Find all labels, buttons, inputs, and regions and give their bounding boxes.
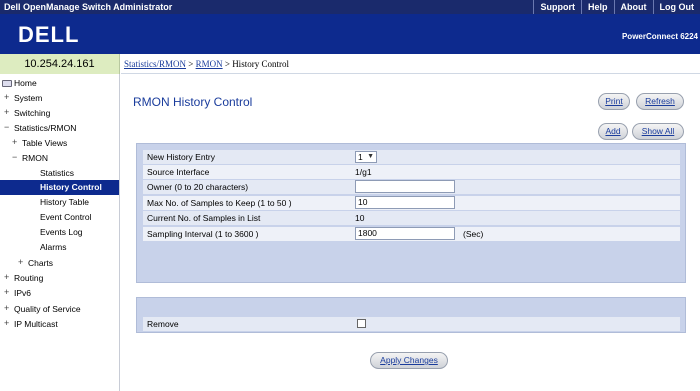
sidebar-item-switching[interactable]: Switching [0,105,119,121]
new-history-entry-select[interactable]: 1 ▼ [355,151,377,163]
top-links: Support Help About Log Out [533,0,700,14]
product-name: PowerConnect 6224 [621,32,698,41]
about-link[interactable]: About [613,0,653,14]
max-samples-label: Max No. of Samples to Keep (1 to 50 ) [147,198,292,208]
sidebar-item-quality-of-service[interactable]: Quality of Service [0,301,119,317]
breadcrumb-rmon[interactable]: RMON [196,59,223,69]
remove-label: Remove [147,319,179,329]
sidebar-item-alarms[interactable]: Alarms [0,240,119,255]
current-samples-label: Current No. of Samples in List [147,213,261,223]
plus-icon[interactable] [4,90,12,105]
current-samples-row: Current No. of Samples in List 10 [143,211,680,225]
sidebar-item-history-table[interactable]: History Table [0,195,119,210]
breadcrumb: Statistics/RMON > RMON > History Control [121,54,700,74]
print-button[interactable]: Print [598,93,630,110]
sampling-interval-unit: (Sec) [463,229,484,239]
breadcrumb-statistics-rmon[interactable]: Statistics/RMON [124,59,186,69]
source-interface-label: Source Interface [147,167,210,177]
help-link[interactable]: Help [580,0,614,14]
sidebar-item-ipv6[interactable]: IPv6 [0,285,119,301]
sidebar-item-statistics-rmon[interactable]: Statistics/RMON [0,120,119,136]
ip-address: 10.254.24.161 [24,58,95,70]
sidebar-item-event-control[interactable]: Event Control [0,210,119,225]
remove-checkbox[interactable] [357,319,366,328]
source-interface-value: 1/g1 [355,167,372,177]
current-samples-value: 10 [355,213,365,223]
owner-row: Owner (0 to 20 characters) [143,180,680,194]
sidebar-item-routing[interactable]: Routing [0,270,119,286]
page-title: RMON History Control [133,95,253,109]
plus-icon[interactable] [12,135,20,150]
new-history-entry-label: New History Entry [147,152,216,162]
chevron-down-icon: ▼ [367,153,374,160]
ip-address-bar: 10.254.24.161 [0,54,120,74]
owner-input[interactable] [355,180,455,193]
owner-label: Owner (0 to 20 characters) [147,182,249,192]
breadcrumb-separator: > [188,59,194,69]
sidebar-item-system[interactable]: System [0,90,119,106]
sidebar-item-events-log[interactable]: Events Log [0,225,119,240]
logout-link[interactable]: Log Out [652,0,700,14]
plus-icon[interactable] [4,270,12,285]
dell-logo: DELL [18,22,79,46]
sidebar-item-home[interactable]: Home [0,76,119,91]
max-samples-row: Max No. of Samples to Keep (1 to 50 ) 10 [143,196,680,210]
sidebar-nav: Home System Switching Statistics/RMON Ta… [0,74,120,391]
refresh-button[interactable]: Refresh [636,93,684,110]
sampling-interval-label: Sampling Interval (1 to 3600 ) [147,229,259,239]
sampling-interval-row: Sampling Interval (1 to 3600 ) 1800 (Sec… [143,227,680,241]
svg-text:DELL: DELL [18,22,79,46]
sidebar-item-statistics[interactable]: Statistics [0,166,119,181]
max-samples-input[interactable]: 10 [355,196,455,209]
breadcrumb-separator: > [224,59,230,69]
sidebar-item-history-control[interactable]: History Control [0,180,119,195]
plus-icon[interactable] [4,301,12,316]
breadcrumb-current: History Control [232,59,289,69]
folder-icon [2,80,12,87]
remove-panel: Remove [136,297,686,333]
new-history-entry-row: New History Entry 1 ▼ [143,150,680,164]
sampling-interval-input[interactable]: 1800 [355,227,455,240]
sidebar-item-charts[interactable]: Charts [0,255,119,271]
minus-icon[interactable] [4,120,12,135]
show-all-button[interactable]: Show All [632,123,684,140]
header-banner: DELL PowerConnect 6224 [0,14,700,54]
source-interface-row: Source Interface 1/g1 [143,165,680,179]
top-bar: Dell OpenManage Switch Administrator Sup… [0,0,700,14]
apply-changes-button[interactable]: Apply Changes [370,352,448,369]
sidebar-item-table-views[interactable]: Table Views [0,135,119,151]
plus-icon[interactable] [4,285,12,300]
plus-icon[interactable] [18,255,26,270]
app-title: Dell OpenManage Switch Administrator [4,2,173,12]
support-link[interactable]: Support [533,0,581,14]
add-button[interactable]: Add [598,123,628,140]
history-control-form: New History Entry 1 ▼ Source Interface 1… [136,143,686,283]
sidebar-item-ip-multicast[interactable]: IP Multicast [0,316,119,332]
plus-icon[interactable] [4,105,12,120]
sidebar-item-rmon[interactable]: RMON [0,150,119,166]
minus-icon[interactable] [12,150,20,165]
plus-icon[interactable] [4,316,12,331]
remove-row: Remove [143,317,680,331]
